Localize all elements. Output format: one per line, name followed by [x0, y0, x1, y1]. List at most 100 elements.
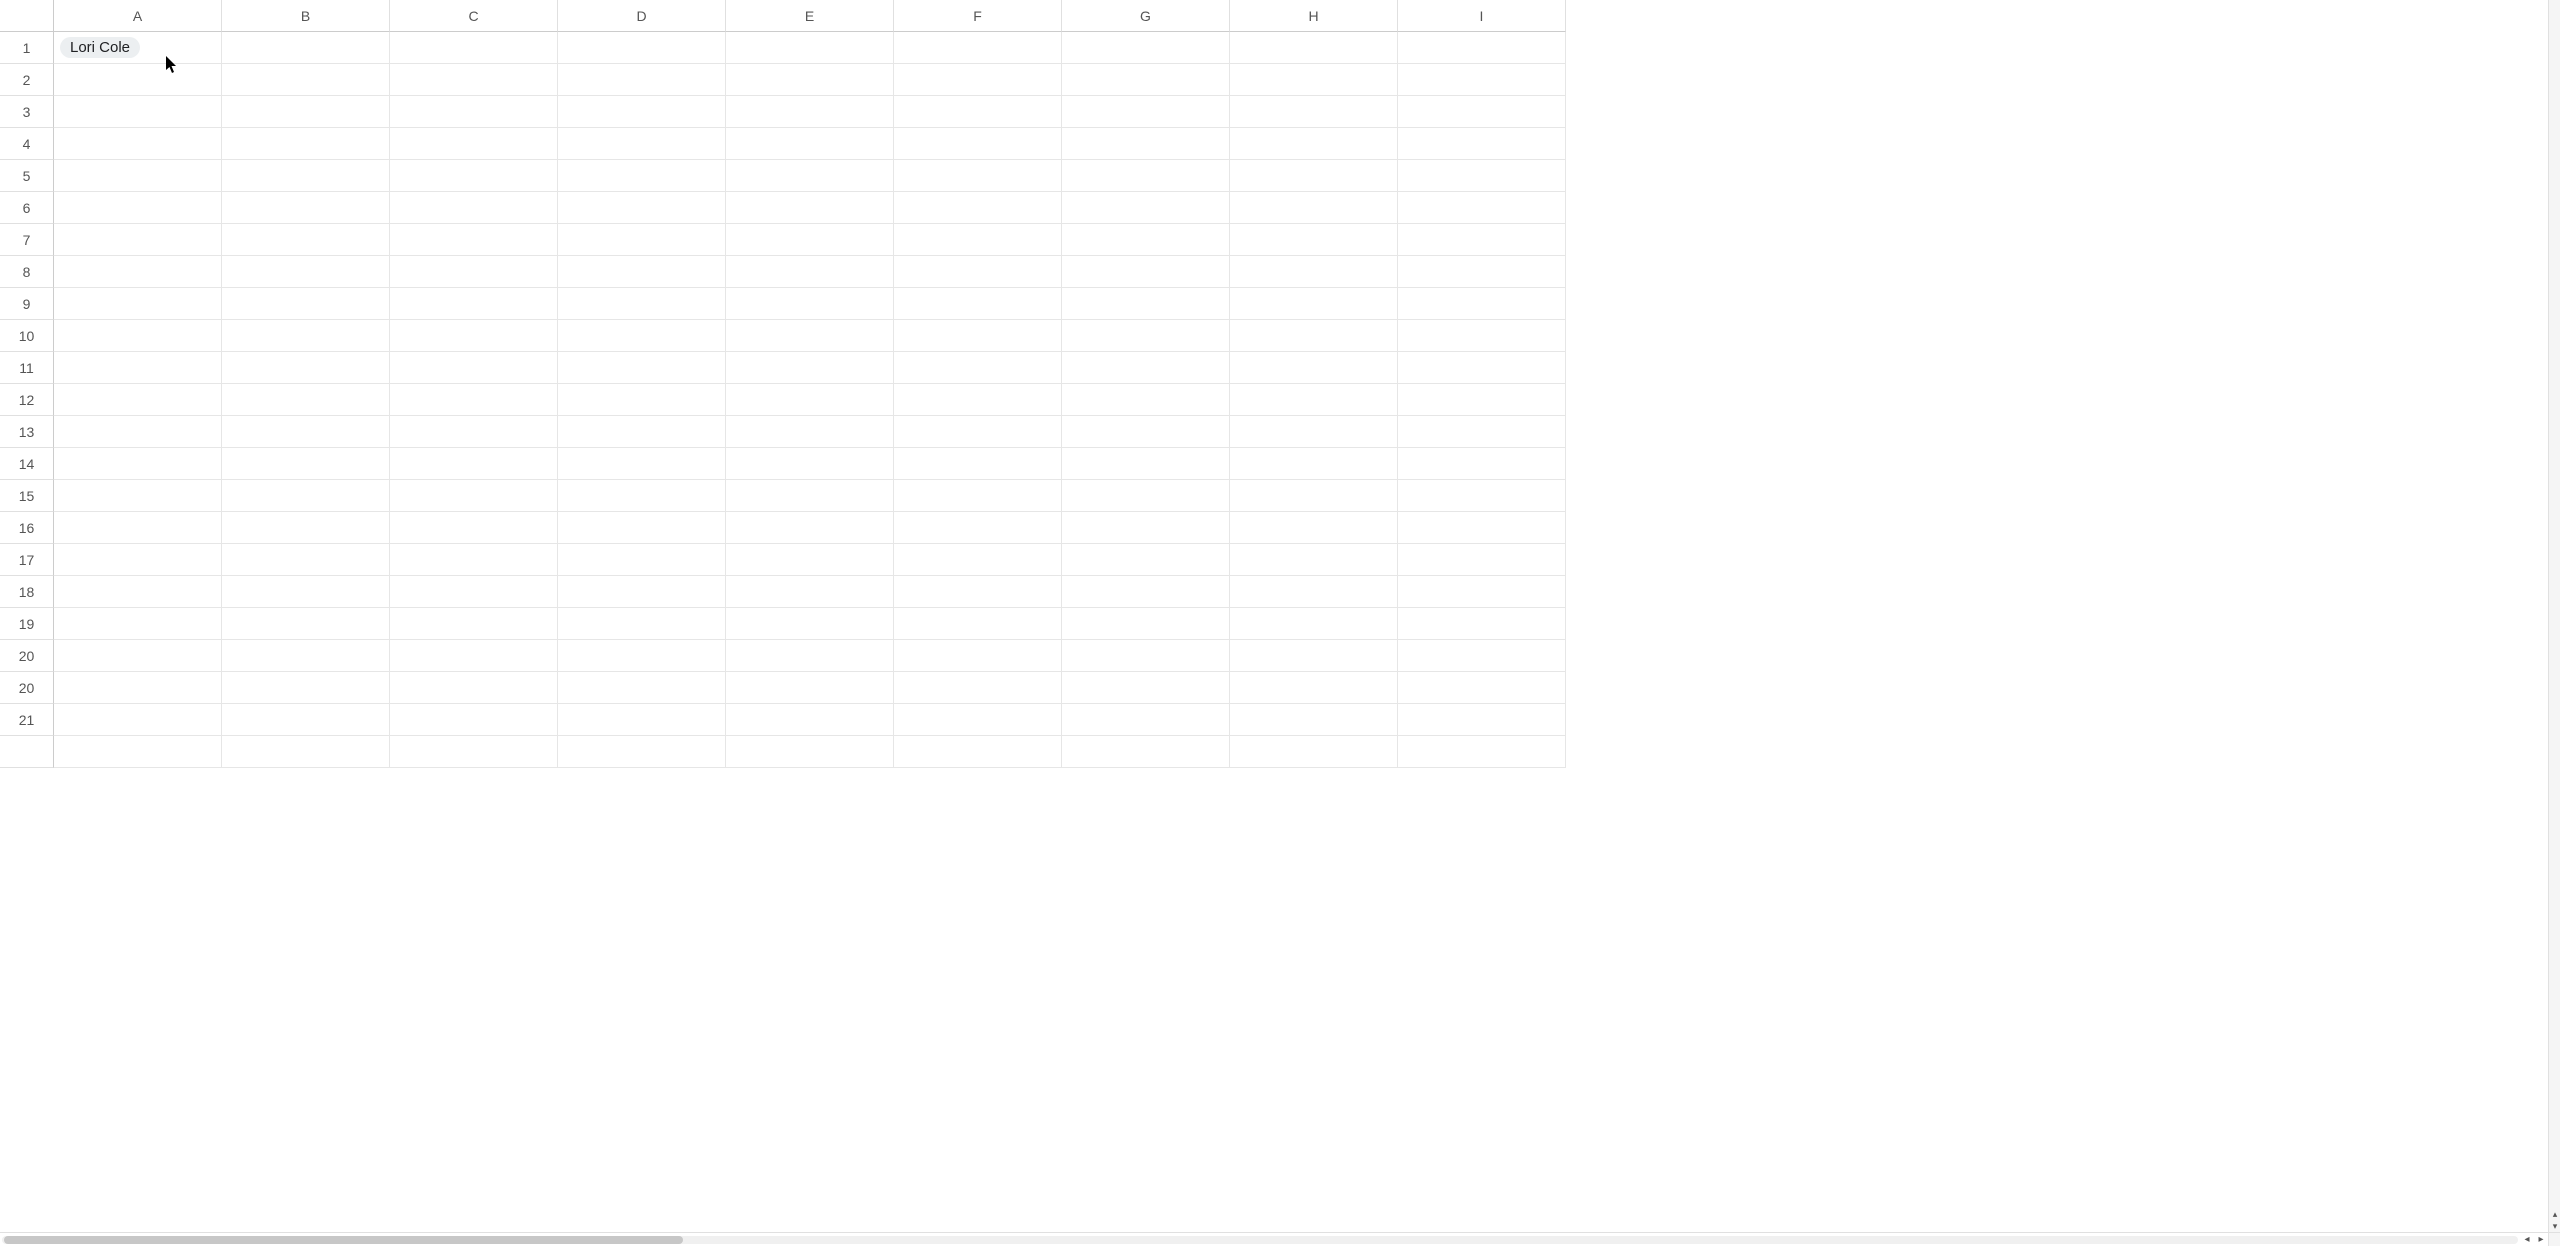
cell[interactable] [726, 512, 894, 544]
row-header[interactable]: 21 [0, 704, 54, 736]
cell[interactable] [894, 416, 1062, 448]
row-header[interactable]: 18 [0, 576, 54, 608]
cell[interactable] [390, 192, 558, 224]
cell[interactable] [54, 320, 222, 352]
cell[interactable] [1062, 192, 1230, 224]
column-header[interactable]: G [1062, 0, 1230, 32]
cell[interactable] [54, 96, 222, 128]
column-header[interactable]: C [390, 0, 558, 32]
cell[interactable] [558, 96, 726, 128]
cell[interactable] [1062, 352, 1230, 384]
horizontal-scrollbar[interactable]: ◂ ▸ [0, 1232, 2548, 1246]
cell[interactable] [1062, 64, 1230, 96]
cell[interactable] [54, 576, 222, 608]
cell[interactable] [390, 672, 558, 704]
cell[interactable] [390, 512, 558, 544]
row-header[interactable]: 13 [0, 416, 54, 448]
cell[interactable] [1230, 288, 1398, 320]
row-header[interactable]: 8 [0, 256, 54, 288]
cell[interactable] [222, 640, 390, 672]
cell[interactable] [1230, 192, 1398, 224]
cell[interactable] [222, 128, 390, 160]
cell[interactable] [1062, 160, 1230, 192]
cell[interactable] [894, 448, 1062, 480]
cell[interactable] [54, 256, 222, 288]
cell[interactable] [1398, 288, 1566, 320]
select-all-corner[interactable] [0, 0, 54, 32]
cell[interactable] [1398, 608, 1566, 640]
row-header[interactable]: 7 [0, 224, 54, 256]
cell[interactable] [390, 736, 558, 768]
cell[interactable] [390, 640, 558, 672]
cell[interactable] [558, 608, 726, 640]
cell[interactable] [390, 704, 558, 736]
cell[interactable] [54, 64, 222, 96]
cell[interactable] [558, 288, 726, 320]
cell[interactable] [1230, 544, 1398, 576]
cell[interactable] [1398, 576, 1566, 608]
cell[interactable] [894, 544, 1062, 576]
cell[interactable] [894, 608, 1062, 640]
cell[interactable] [894, 256, 1062, 288]
cell[interactable] [1398, 32, 1566, 64]
row-header[interactable]: 4 [0, 128, 54, 160]
cell[interactable] [894, 480, 1062, 512]
cell[interactable] [894, 736, 1062, 768]
column-header[interactable]: H [1230, 0, 1398, 32]
cell[interactable] [1398, 416, 1566, 448]
cell[interactable] [1398, 128, 1566, 160]
cell[interactable] [1230, 672, 1398, 704]
row-header[interactable]: 15 [0, 480, 54, 512]
cell[interactable] [54, 384, 222, 416]
cell[interactable] [1398, 96, 1566, 128]
cell[interactable] [222, 736, 390, 768]
cell[interactable] [726, 736, 894, 768]
cell[interactable] [1230, 352, 1398, 384]
cell[interactable] [1230, 640, 1398, 672]
cell[interactable] [1230, 160, 1398, 192]
row-header[interactable]: 14 [0, 448, 54, 480]
cell[interactable] [1062, 672, 1230, 704]
row-header[interactable]: 5 [0, 160, 54, 192]
vertical-scrollbar[interactable]: ▴ ▾ [2548, 0, 2560, 1232]
cell[interactable] [1230, 736, 1398, 768]
cell[interactable] [894, 384, 1062, 416]
cell[interactable] [894, 288, 1062, 320]
cell[interactable] [726, 704, 894, 736]
cell[interactable] [390, 576, 558, 608]
row-header[interactable]: 11 [0, 352, 54, 384]
cell[interactable] [894, 128, 1062, 160]
cell[interactable] [390, 352, 558, 384]
cell[interactable] [1230, 96, 1398, 128]
cell[interactable] [558, 352, 726, 384]
cell[interactable] [894, 672, 1062, 704]
cell[interactable] [222, 64, 390, 96]
column-header[interactable]: A [54, 0, 222, 32]
cell[interactable] [558, 448, 726, 480]
cell[interactable] [894, 640, 1062, 672]
cell[interactable] [390, 96, 558, 128]
cell[interactable] [726, 352, 894, 384]
cell[interactable] [558, 416, 726, 448]
cell[interactable] [54, 128, 222, 160]
cell[interactable] [222, 704, 390, 736]
row-header[interactable]: 19 [0, 608, 54, 640]
cell[interactable] [54, 224, 222, 256]
cell[interactable] [1062, 32, 1230, 64]
cell[interactable] [558, 640, 726, 672]
cell[interactable] [54, 416, 222, 448]
cell[interactable] [222, 192, 390, 224]
column-header[interactable]: B [222, 0, 390, 32]
cell[interactable] [222, 352, 390, 384]
cell[interactable] [222, 672, 390, 704]
cell[interactable] [558, 128, 726, 160]
cell[interactable] [1062, 512, 1230, 544]
cell[interactable] [54, 480, 222, 512]
cell[interactable] [894, 576, 1062, 608]
cell[interactable] [894, 96, 1062, 128]
cell[interactable] [726, 96, 894, 128]
cell[interactable] [1398, 448, 1566, 480]
cell[interactable] [1062, 384, 1230, 416]
cell[interactable] [1230, 448, 1398, 480]
cell[interactable] [1230, 224, 1398, 256]
